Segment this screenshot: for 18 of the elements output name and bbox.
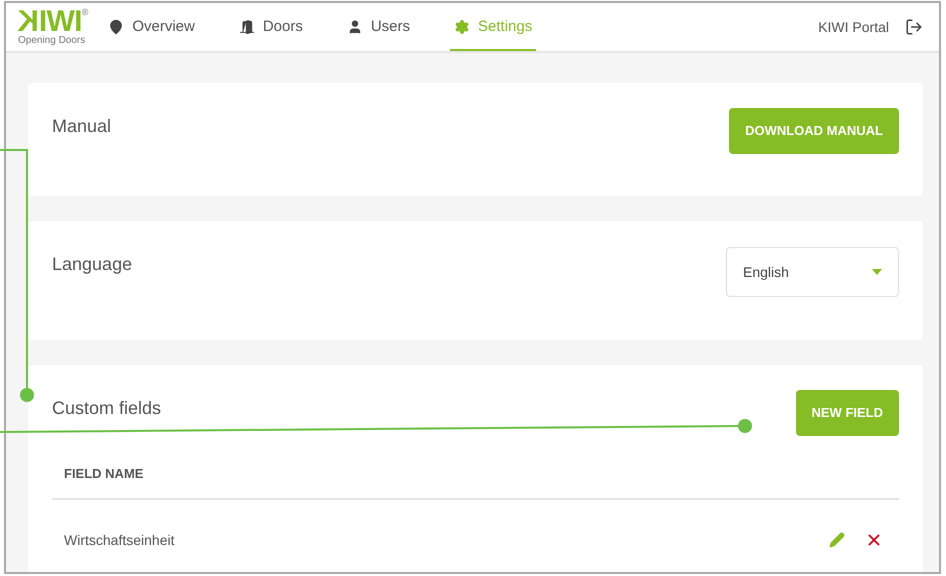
section-title: Manual bbox=[52, 115, 112, 138]
table-cell-text: Wirtschaftseinheit bbox=[64, 530, 174, 550]
column-header: FIELD NAME bbox=[64, 465, 144, 484]
gear-icon bbox=[454, 19, 470, 35]
logo-wordmark: KIWI bbox=[18, 8, 82, 36]
nav-tab[interactable]: Doors bbox=[234, 5, 307, 51]
dropdown-caret-icon bbox=[872, 269, 882, 275]
nav-tab[interactable]: Overview bbox=[104, 5, 199, 51]
section-title: Custom fields bbox=[52, 397, 162, 420]
door-icon bbox=[238, 19, 255, 35]
registered-mark: ® bbox=[82, 8, 88, 17]
section-title: Language bbox=[52, 253, 132, 276]
logout-icon[interactable] bbox=[905, 18, 923, 36]
nav-tab[interactable]: Users bbox=[342, 5, 414, 51]
logo-tagline: Opening Doors bbox=[18, 36, 86, 46]
portal-link[interactable]: KIWI Portal bbox=[818, 16, 889, 38]
language-select[interactable]: English bbox=[726, 247, 899, 297]
pin-icon bbox=[108, 19, 124, 35]
